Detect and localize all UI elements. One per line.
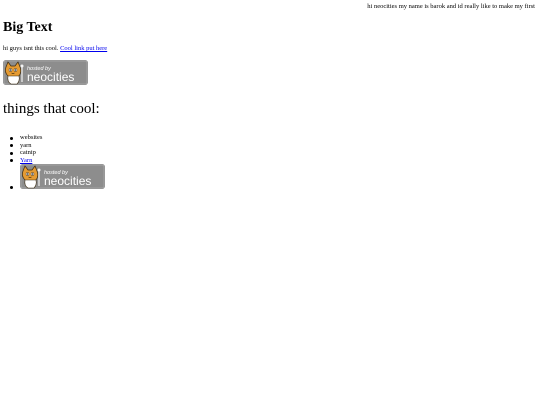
list-item: Yarn (9, 157, 42, 165)
cool-link[interactable]: Cool link put here (60, 45, 107, 52)
page: hi neocities my name is barok and id rea… (0, 0, 540, 405)
yarn-link[interactable]: Yarn (20, 157, 32, 164)
hosted-by-neocities-badge[interactable]: hosted by neocities (20, 164, 105, 189)
intro-paragraph: hi guys isnt this cool. Cool link put he… (3, 45, 107, 52)
badge-line2: neocities (27, 70, 74, 84)
cool-things-list: websites yarn catnip Yarn hosted by neoc… (9, 134, 105, 190)
neocities-cat-icon: hosted by neocities (3, 60, 88, 85)
page-title: Big Text (3, 20, 53, 35)
hosted-by-neocities-badge[interactable]: hosted by neocities (3, 60, 88, 85)
badge-line2: neocities (44, 174, 91, 188)
neocities-cat-icon: hosted by neocities (20, 164, 105, 189)
list-item: websites (9, 134, 43, 142)
list-item-badge: hosted by neocities (9, 164, 105, 190)
section-title: things that cool: (3, 101, 100, 117)
intro-text: hi guys isnt this cool. (3, 45, 59, 52)
list-item: yarn (9, 141, 42, 150)
marquee-text: hi neocities my name is barok and id rea… (367, 3, 535, 10)
list-item: catnip (9, 149, 42, 157)
list-item-label: websites (20, 134, 43, 141)
list-item-label: catnip (20, 149, 36, 156)
list-item-label: yarn (20, 141, 32, 149)
